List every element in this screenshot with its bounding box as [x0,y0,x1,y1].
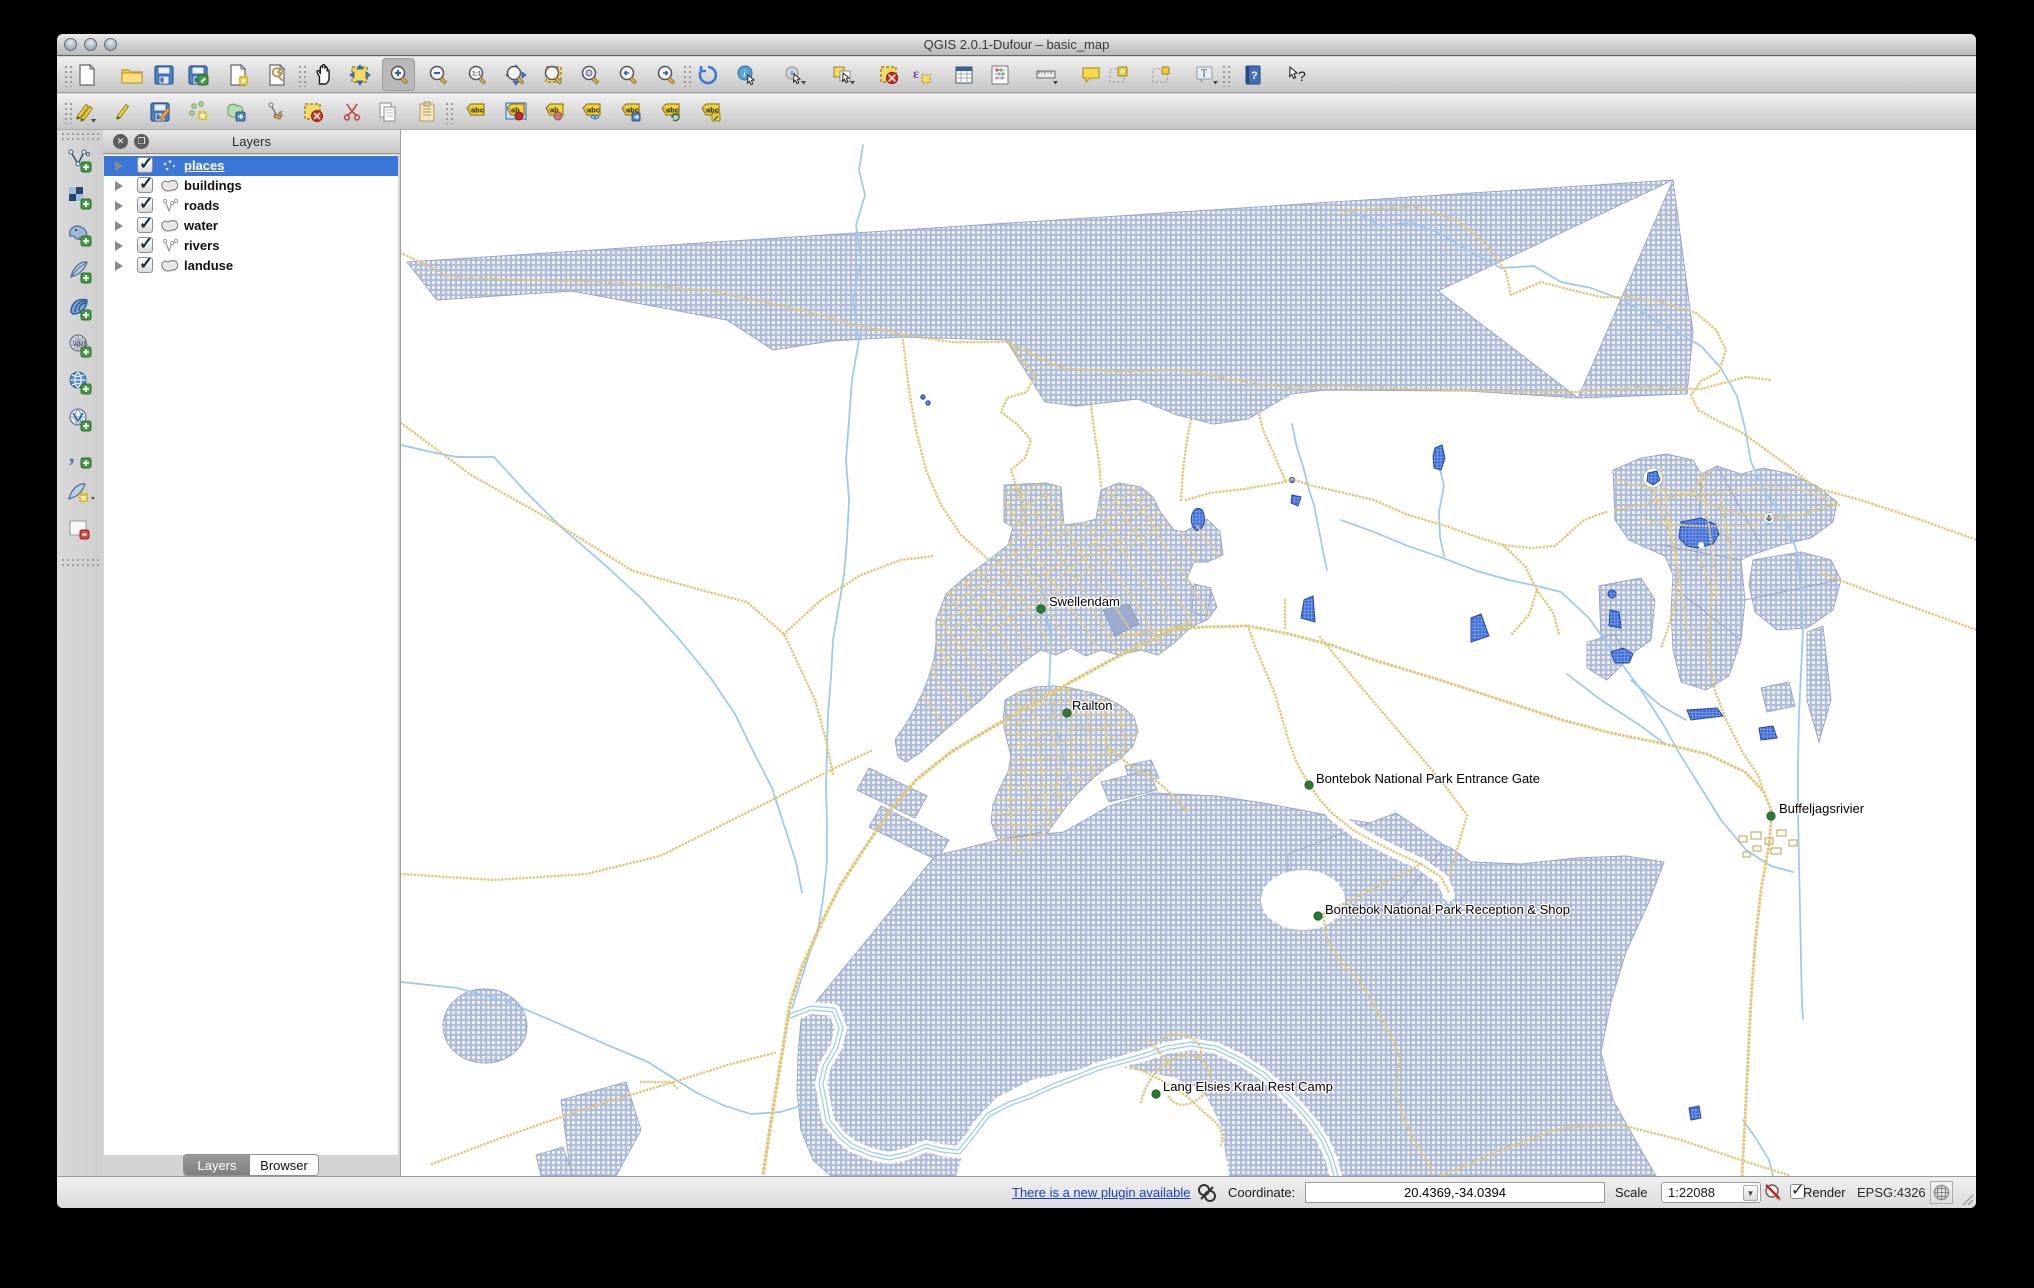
svg-text:,: , [69,444,75,467]
svg-text:?: ? [1298,68,1306,84]
svg-text:i: i [743,69,746,80]
svg-text:abc: abc [587,106,600,115]
svg-text:ε: ε [913,67,919,82]
svg-text:Bontebok National Park Entranc: Bontebok National Park Entrance Gate [1316,771,1540,786]
svg-text:Swellendam: Swellendam [1049,594,1120,609]
svg-text:Buffeljagsrivier: Buffeljagsrivier [1779,801,1865,816]
svg-text:?: ? [1251,70,1258,82]
svg-text:1:1: 1:1 [472,71,482,78]
svg-text:Lang Elsies Kraal Rest Camp: Lang Elsies Kraal Rest Camp [1163,1079,1333,1094]
svg-text:Railton: Railton [1072,698,1112,713]
svg-text:Bontebok National Park Recepti: Bontebok National Park Reception & Shop [1325,902,1570,917]
svg-text:T: T [1201,69,1207,80]
svg-text:abc: abc [471,106,484,115]
